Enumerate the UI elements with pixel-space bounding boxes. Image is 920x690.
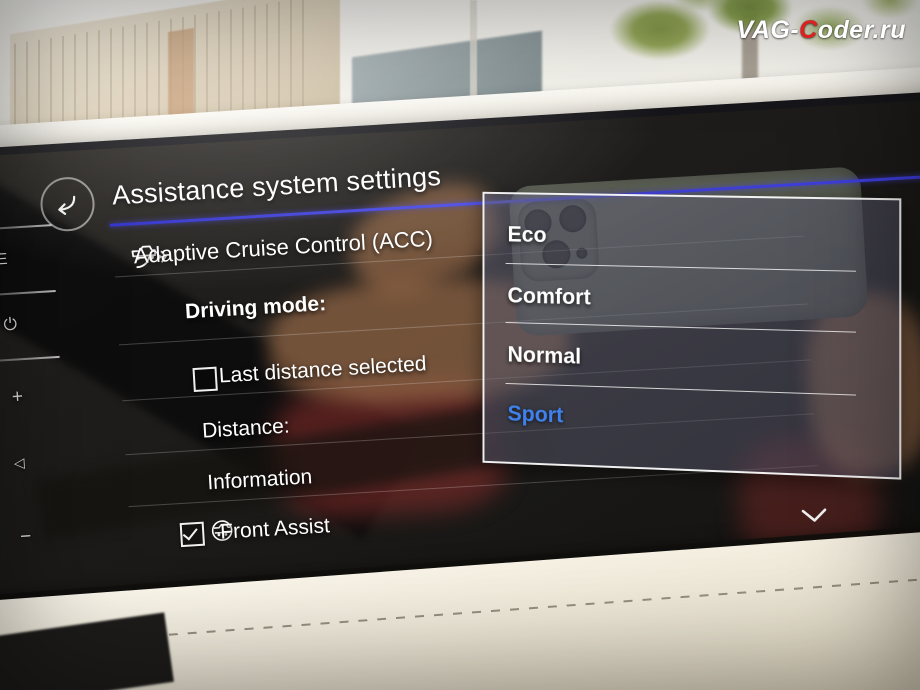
row-adaptive-cruise-control[interactable]: Adaptive Cruise Control (ACC) (133, 226, 434, 270)
mute-speaker-icon[interactable]: ◁ (13, 454, 25, 472)
checkbox-last-distance-selected[interactable] (192, 367, 217, 392)
watermark-accent: C (799, 16, 818, 44)
watermark: VAG-Coder.ru (737, 16, 906, 45)
row-driving-mode[interactable]: Driving mode: (184, 292, 326, 324)
sidebar-divider-2 (0, 290, 56, 298)
chevron-down-icon[interactable] (800, 507, 829, 530)
dropdown-divider-1 (506, 263, 856, 272)
row-front-assist[interactable]: Front Assist (220, 514, 331, 544)
dropdown-options: Eco Comfort Normal Sport (483, 192, 902, 480)
volume-up-icon[interactable]: + (11, 386, 23, 409)
sidebar-divider-3 (0, 356, 60, 364)
sidebar-item-home[interactable]: HOME (0, 251, 9, 272)
infotainment-photo: ENU HOME ⏻ + ◁ − Assistance system setti… (0, 0, 920, 690)
page-title: Assistance system settings (111, 161, 442, 211)
driving-mode-dropdown[interactable]: Eco Comfort Normal Sport (478, 195, 898, 471)
volume-down-icon[interactable]: − (20, 526, 32, 549)
watermark-part2: oder.ru (818, 16, 906, 44)
sidebar-divider-1 (0, 224, 52, 232)
back-arrow-icon (54, 192, 81, 216)
dropdown-option-comfort[interactable]: Comfort (508, 283, 591, 311)
dropdown-option-normal[interactable]: Normal (508, 342, 582, 370)
dropdown-divider-2 (506, 322, 856, 333)
dropdown-divider-3 (506, 383, 856, 396)
dropdown-option-sport[interactable]: Sport (508, 401, 564, 429)
row-information[interactable]: Information (207, 465, 313, 495)
dropdown-option-eco[interactable]: Eco (508, 222, 547, 248)
watermark-part1: VAG- (737, 16, 800, 44)
power-icon[interactable]: ⏻ (3, 314, 18, 335)
checkbox-front-assist[interactable] (180, 522, 205, 547)
row-distance[interactable]: Distance: (202, 414, 291, 443)
